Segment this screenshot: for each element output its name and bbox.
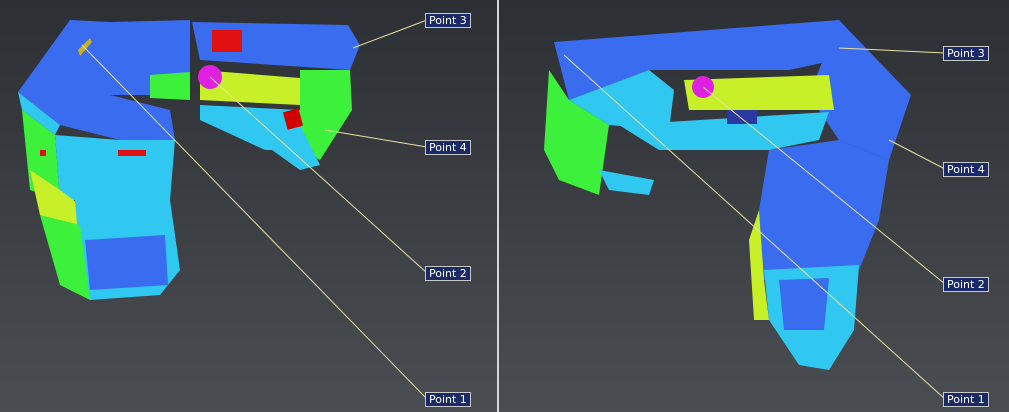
right-label-point-3: Point 3 (943, 46, 989, 61)
right-label-point-2: Point 2 (943, 277, 989, 292)
right-dark-window (727, 110, 757, 124)
right-south-dark (779, 278, 829, 330)
left-inner-wall-green (150, 72, 190, 100)
left-point-cloud (18, 19, 428, 400)
left-red-patch-3 (118, 150, 146, 156)
left-lower-block-dark (85, 235, 168, 290)
left-label-point-1: Point 1 (425, 392, 471, 407)
right-label-point-4: Point 4 (943, 162, 989, 177)
left-wall-cyan-west (55, 135, 175, 200)
right-label-point-1: Point 1 (943, 392, 989, 407)
right-floor-scrap (599, 170, 654, 195)
left-label-point-2: Point 2 (425, 266, 471, 281)
left-label-point-3: Point 3 (425, 13, 471, 28)
left-label-point-4: Point 4 (425, 140, 471, 155)
right-point-cloud (544, 20, 946, 400)
left-red-patch-2 (40, 150, 46, 156)
right-3d-viewport[interactable]: Point 3 Point 4 Point 2 Point 1 (499, 0, 1009, 412)
left-3d-viewport[interactable]: Point 3 Point 4 Point 2 Point 1 (0, 0, 497, 412)
right-roof-south (759, 140, 889, 280)
left-red-patch (212, 30, 242, 52)
